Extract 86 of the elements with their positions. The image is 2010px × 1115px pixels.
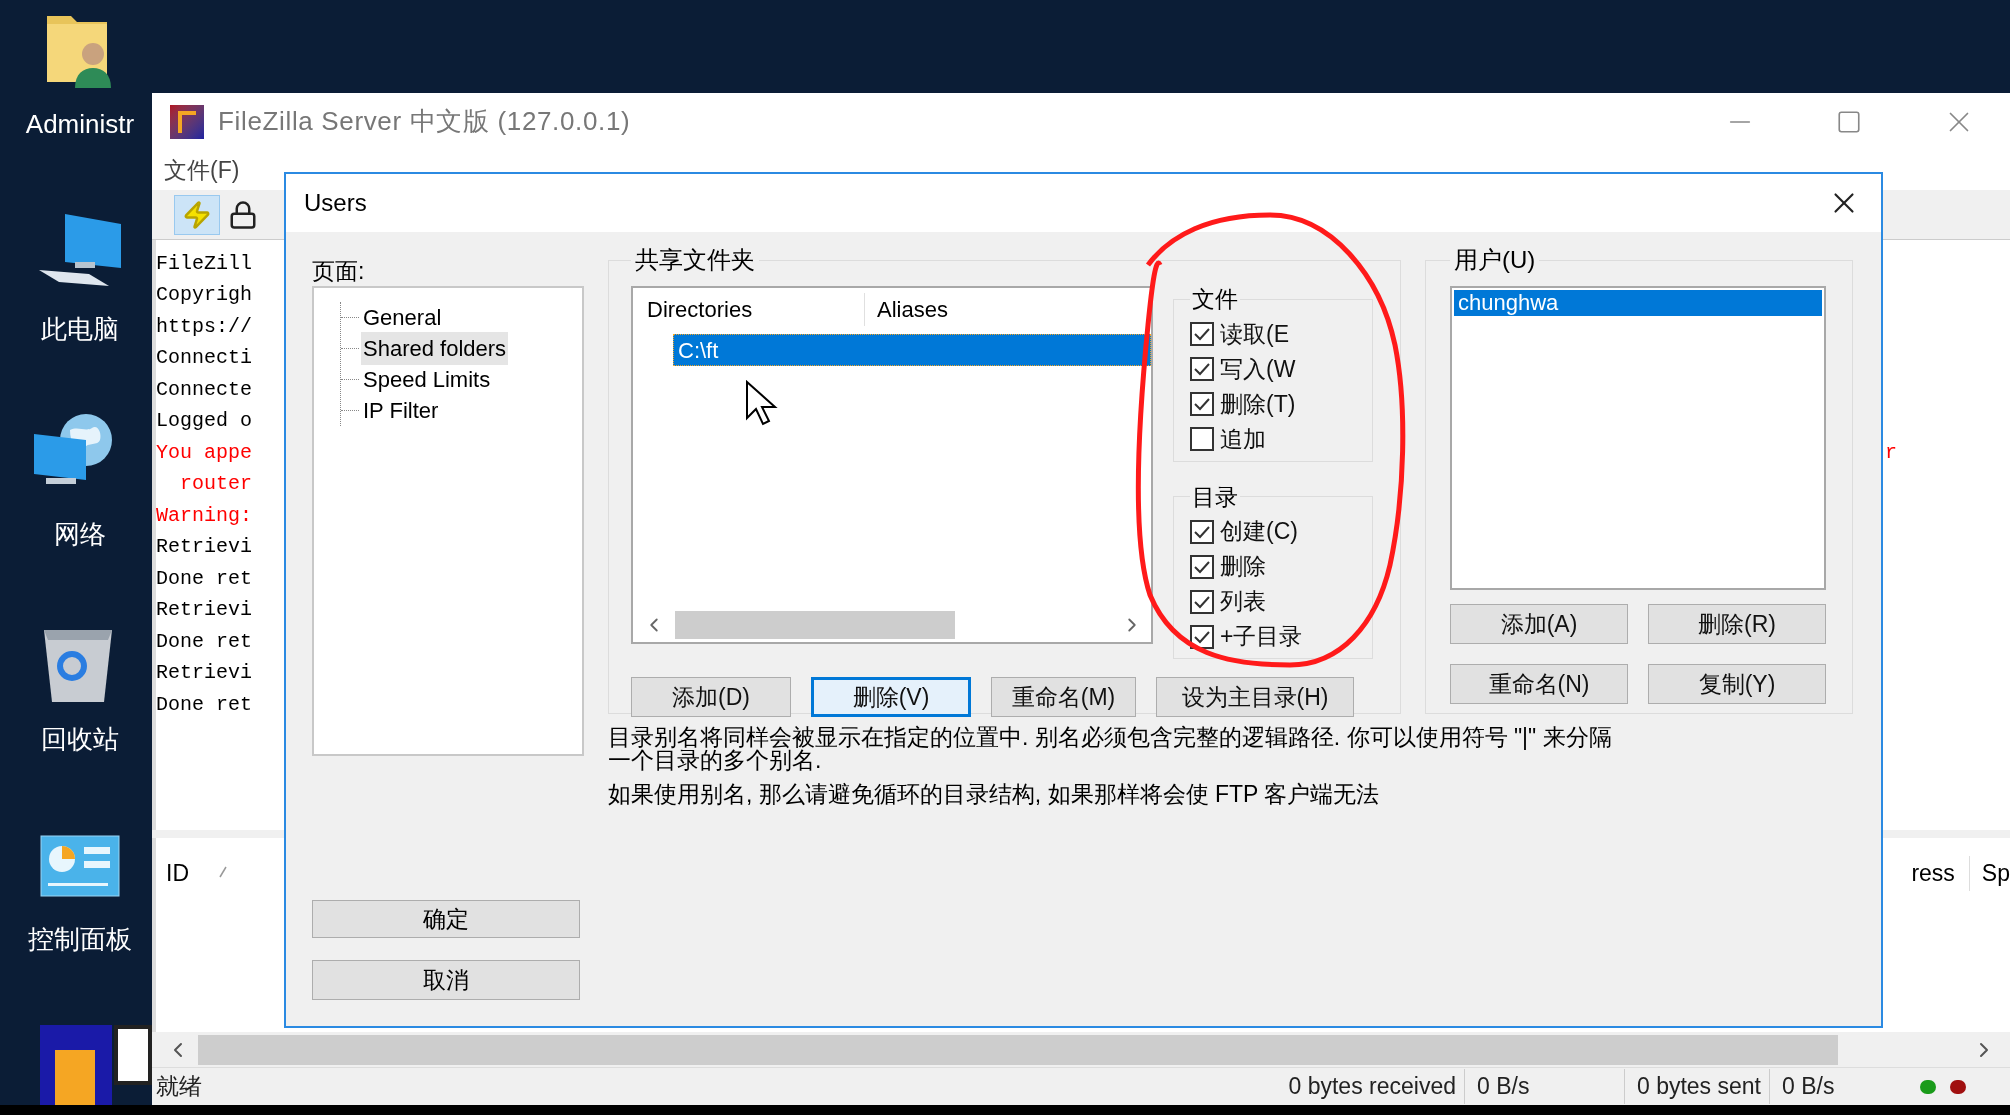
log-line: Done ret [156, 568, 252, 589]
checkbox[interactable] [1190, 554, 1214, 579]
checkbox[interactable] [1190, 427, 1214, 451]
checkbox[interactable] [1190, 589, 1214, 614]
checkbox-label: 写入(W [1220, 354, 1296, 384]
log-line: Warning: [156, 505, 252, 526]
checkbox[interactable] [1190, 357, 1214, 381]
checkbox[interactable] [1190, 392, 1214, 416]
log-line: https:// [156, 316, 252, 337]
dialog-button[interactable]: 添加(D) [631, 677, 791, 717]
log-line: Copyrigh [156, 285, 252, 306]
status-text: 0 B/s [1781, 1072, 1836, 1102]
desktop-icon-label[interactable]: 网络 [12, 515, 148, 554]
status-light-icon [1920, 1079, 1936, 1094]
log-line: Done ret [156, 694, 252, 715]
dialog-button[interactable]: 设为主目录(H) [1156, 677, 1354, 717]
checkbox-label: 创建(C) [1220, 517, 1298, 547]
desktop-icon-label[interactable]: 回收站 [12, 720, 148, 759]
dialog-button[interactable]: 复制(Y) [1648, 664, 1826, 704]
tree-item[interactable]: Speed Limits [361, 363, 493, 396]
scroll-thumb[interactable] [198, 1034, 1838, 1065]
checkbox-label: 读取(E [1220, 319, 1289, 349]
dialog-button[interactable]: 重命名(M) [991, 677, 1136, 717]
lock-icon[interactable] [228, 199, 258, 230]
log-line: Retrievi [156, 537, 252, 558]
checkbox[interactable] [1190, 322, 1214, 346]
checkbox-label: 删除 [1220, 552, 1266, 582]
menu-item[interactable]: 文件(F) [162, 152, 242, 188]
log-line: Retrievi [156, 663, 252, 684]
mouse-cursor-icon [746, 380, 778, 426]
scroll-thumb[interactable] [675, 611, 955, 639]
group-title: 目录 [1191, 482, 1239, 512]
checkbox-label: 追加 [1220, 424, 1266, 454]
group-title: 文件 [1191, 285, 1239, 314]
column-header[interactable]: ress [1911, 856, 1970, 891]
column-header[interactable]: Directories [633, 292, 865, 326]
pages-label: 页面: [312, 257, 366, 286]
desktop-icon-label[interactable]: 此电脑 [12, 310, 148, 349]
directory-row[interactable]: C:\ft [673, 334, 1151, 366]
cancel-button[interactable]: 取消 [312, 960, 580, 1000]
status-text: 0 bytes sent [1624, 1069, 1770, 1104]
log-line: router [179, 474, 252, 495]
dialog-button[interactable]: 添加(A) [1450, 604, 1628, 644]
log-line: You appe [156, 442, 252, 463]
group-title: 用户(U) [1453, 245, 1537, 275]
column-header[interactable]: Aliases [865, 292, 948, 326]
dialog-title: Users [304, 188, 367, 218]
checkbox-label: 列表 [1220, 587, 1266, 617]
column-header[interactable]: Sp [1969, 856, 2010, 891]
dialog-button[interactable]: 删除(V) [811, 677, 971, 717]
log-line: Connecte [156, 379, 252, 400]
app-logo-icon [170, 104, 204, 139]
checkbox-label: +子目录 [1220, 622, 1303, 652]
status-text: 0 bytes received [1288, 1069, 1465, 1104]
control-panel-icon [40, 835, 120, 897]
lightning-icon [182, 199, 212, 230]
filezilla-taskbar-icon[interactable] [40, 1025, 112, 1105]
ok-button[interactable]: 确定 [312, 900, 580, 938]
column-header[interactable]: ID [166, 856, 189, 891]
window-title: FileZilla Server 中文版 (127.0.0.1) [218, 105, 631, 138]
maximize-icon[interactable] [1836, 108, 1862, 135]
help-text: 如果使用别名, 那么请避免循环的目录结构, 如果那样将会使 FTP 客户端无法 [608, 780, 1381, 808]
terminal-icon[interactable] [114, 1025, 152, 1085]
log-line: r [1885, 442, 1897, 463]
checkbox[interactable] [1190, 624, 1214, 649]
tree-item[interactable]: Shared folders [361, 332, 509, 365]
desktop-icon-label[interactable]: 控制面板 [12, 920, 148, 959]
log-line: FileZill [156, 253, 252, 274]
group-title: 共享文件夹 [634, 245, 756, 275]
dialog-button[interactable]: 重命名(N) [1450, 664, 1628, 704]
sort-icon [219, 866, 227, 878]
log-line: Done ret [156, 631, 252, 652]
log-line: Logged o [156, 411, 252, 432]
status-text: 就绪 [156, 1072, 202, 1102]
checkbox-label: 删除(T) [1220, 389, 1296, 419]
tree-item[interactable]: General [361, 301, 444, 334]
tree-item[interactable]: IP Filter [361, 394, 441, 427]
log-line: Connecti [156, 348, 252, 369]
dialog-button[interactable]: 删除(R) [1648, 604, 1826, 644]
desktop-icon-label[interactable]: Administr [12, 105, 148, 144]
checkbox[interactable] [1190, 519, 1214, 544]
user-item[interactable]: chunghwa [1454, 290, 1822, 316]
status-text: 0 B/s [1464, 1069, 1625, 1104]
status-light-icon [1950, 1079, 1966, 1094]
help-text: 目录别名将同样会被显示在指定的位置中. 别名必须包含完整的逻辑路径. 你可以使用符号 "|" 来分隔一个目录的多个别名. [608, 726, 1613, 772]
log-line: Retrievi [156, 600, 252, 621]
